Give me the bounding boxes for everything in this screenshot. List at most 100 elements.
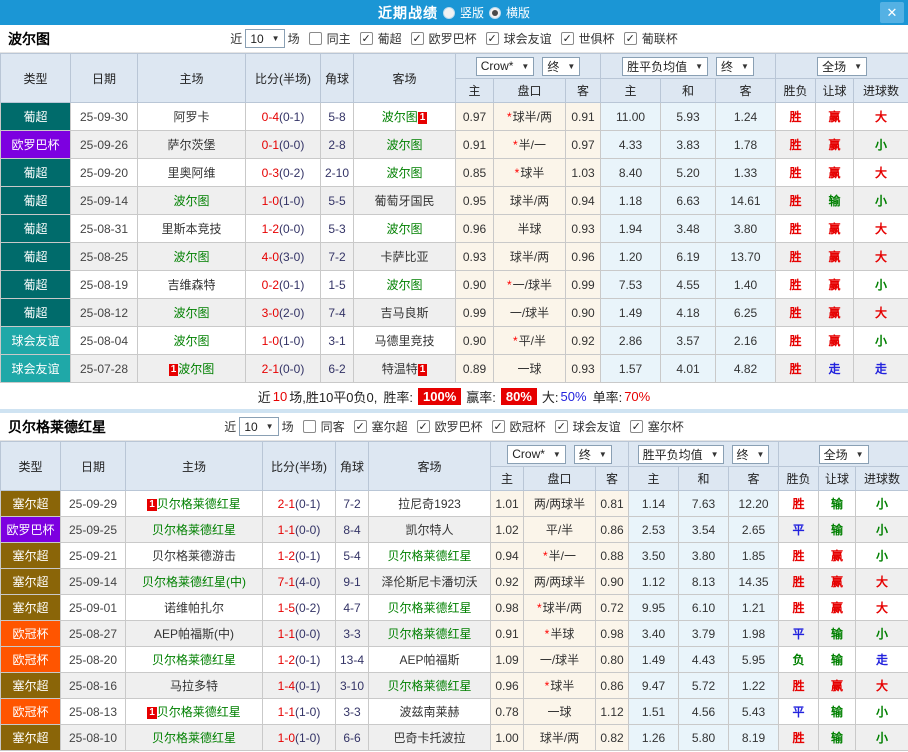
date-cell: 25-08-13 [60, 698, 126, 725]
radio-horizontal-label[interactable]: 横版 [506, 4, 530, 21]
bookmaker-select[interactable]: Crow* ▼ [507, 444, 566, 464]
date-cell: 25-09-14 [60, 568, 126, 595]
checkbox-league-4[interactable]: ✓ [629, 420, 643, 433]
checkbox-league-0[interactable]: ✓ [353, 420, 367, 433]
full-match-select[interactable]: 全场 ▼ [817, 56, 868, 76]
near-label: 近 [230, 32, 243, 46]
away-team-cell: 波尔图 [353, 130, 456, 159]
corner-cell: 9-1 [335, 568, 369, 595]
checkbox-league-3-label[interactable]: 世俱杯 [579, 30, 615, 47]
league-cell: 塞尔超 [0, 672, 61, 699]
final-odds-select[interactable]: 终 ▼ [716, 56, 754, 76]
fulltime-score: 7-1 [277, 574, 295, 589]
bookmaker-select[interactable]: 胜平负均值 ▼ [622, 56, 709, 76]
checkbox-league-0[interactable]: ✓ [359, 32, 373, 45]
corner-cell: 7-2 [335, 490, 369, 517]
odds-group-header: 胜平负均值 ▼ 终 ▼ [600, 53, 777, 79]
checkbox-league-2[interactable]: ✓ [491, 420, 505, 433]
result-goals: 小 [855, 490, 908, 517]
checkbox-league-3-label[interactable]: 球会友谊 [573, 418, 621, 435]
date-cell: 25-09-01 [60, 594, 126, 621]
result-goals: 小 [855, 516, 908, 543]
match-row: 葡超 25-08-31 里斯本竞技 1-2(0-0) 5-3 波尔图 0.96 半球 0.93 1… [0, 214, 908, 243]
score-cell: 1-0(1-0) [245, 186, 321, 215]
home-team-cell: 波尔图 [137, 298, 246, 327]
sub-column-header: 客 [728, 466, 780, 491]
bookmaker-select[interactable]: 胜平负均值 ▼ [637, 444, 724, 464]
league-cell: 葡超 [0, 214, 71, 243]
team-name-text: 贝尔格莱德红星 [151, 653, 236, 667]
avg-draw-odds: 3.83 [660, 130, 717, 159]
checkbox-same-home-label[interactable]: 同主 [327, 30, 351, 47]
home-team-cell: 里斯本竞技 [137, 214, 246, 243]
odds-group-header: 全场 ▼ [778, 441, 908, 467]
corner-cell: 3-1 [320, 326, 354, 355]
radio-vertical-layout[interactable] [442, 6, 455, 19]
close-icon[interactable]: ✕ [880, 2, 904, 23]
checkbox-league-4-label[interactable]: 塞尔杯 [648, 418, 684, 435]
handicap-away-odds: 0.90 [594, 568, 630, 595]
final-odds-select[interactable]: 终 ▼ [542, 56, 581, 76]
checkbox-same-away[interactable]: ✓ [302, 420, 316, 433]
avg-away-odds: 2.16 [715, 326, 777, 355]
sub-column-header: 和 [660, 78, 717, 103]
win-rate-label: 胜率: [383, 389, 414, 405]
avg-home-odds: 1.57 [600, 354, 662, 383]
final-odds-select[interactable]: 终 ▼ [573, 444, 612, 464]
checkbox-league-1-label[interactable]: 欧罗巴杯 [429, 30, 477, 47]
checkbox-league-2-label[interactable]: 欧冠杯 [510, 418, 546, 435]
checkbox-league-0-label[interactable]: 葡超 [378, 30, 402, 47]
checkbox-league-0-label[interactable]: 塞尔超 [372, 418, 408, 435]
team-name-text: 波尔图 [381, 110, 418, 124]
result-handicap: 输 [818, 620, 857, 647]
match-count-select[interactable]: 10 ▼ [239, 417, 279, 436]
bookmaker-select[interactable]: Crow* ▼ [475, 56, 535, 76]
result-goals: 小 [855, 724, 908, 751]
chevron-down-icon: ▼ [265, 422, 274, 431]
checkbox-league-2-label[interactable]: 球会友谊 [504, 30, 552, 47]
date-cell: 25-07-28 [70, 354, 138, 383]
team-name-text: 里斯本竞技 [161, 222, 222, 236]
odds-group-header: Crow* ▼ 终 ▼ [454, 53, 602, 79]
checkbox-same-home[interactable]: ✓ [308, 32, 322, 45]
column-header: 主场 [137, 53, 246, 103]
avg-away-odds: 1.24 [715, 102, 777, 131]
league-cell: 葡超 [0, 270, 71, 299]
result-handicap: 赢 [815, 214, 855, 243]
result-outcome: 胜 [778, 672, 820, 699]
result-handicap: 赢 [815, 158, 855, 187]
checkbox-same-away-label[interactable]: 同客 [321, 418, 345, 435]
avg-draw-odds: 3.80 [678, 542, 730, 569]
title-group: 近期战绩 竖版 横版 [378, 3, 530, 23]
checkbox-league-1[interactable]: ✓ [410, 32, 424, 45]
avg-draw-odds: 4.43 [678, 646, 730, 673]
checkbox-league-3[interactable]: ✓ [560, 32, 574, 45]
handicap-line: *球半 [523, 672, 596, 699]
team-name-text: 阿罗卡 [173, 110, 210, 124]
handicap-home-odds: 1.01 [490, 490, 524, 517]
radio-vertical-label[interactable]: 竖版 [460, 4, 484, 21]
match-count-select[interactable]: 10 ▼ [245, 29, 285, 48]
avg-away-odds: 3.80 [715, 214, 777, 243]
checkbox-league-1[interactable]: ✓ [416, 420, 430, 433]
checkbox-league-4-label[interactable]: 葡联杯 [642, 30, 678, 47]
radio-horizontal-layout[interactable] [489, 6, 501, 19]
checkbox-league-4[interactable]: ✓ [623, 32, 637, 45]
handicap-away-odds: 1.03 [564, 158, 602, 187]
column-header: 角球 [320, 53, 354, 103]
handicap-home-odds: 0.90 [455, 326, 494, 355]
handicap-home-odds: 0.99 [455, 298, 494, 327]
full-match-select[interactable]: 全场 ▼ [818, 444, 869, 464]
team-name-text: 诺维帕扎尔 [163, 601, 224, 615]
checkbox-league-2[interactable]: ✓ [485, 32, 499, 45]
final-odds-select[interactable]: 终 ▼ [731, 444, 770, 464]
handicap-line: 两/两球半 [523, 490, 596, 517]
handicap-away-odds: 0.93 [564, 214, 602, 243]
column-header: 客场 [353, 53, 456, 103]
league-cell: 欧冠杯 [0, 646, 61, 673]
profit-rate-badge: 80% [500, 387, 537, 405]
fulltime-score: 1-1 [277, 704, 295, 719]
checkbox-league-3[interactable]: ✓ [554, 420, 568, 433]
checkbox-league-1-label[interactable]: 欧罗巴杯 [435, 418, 483, 435]
home-team-cell: 吉维森特 [137, 270, 246, 299]
